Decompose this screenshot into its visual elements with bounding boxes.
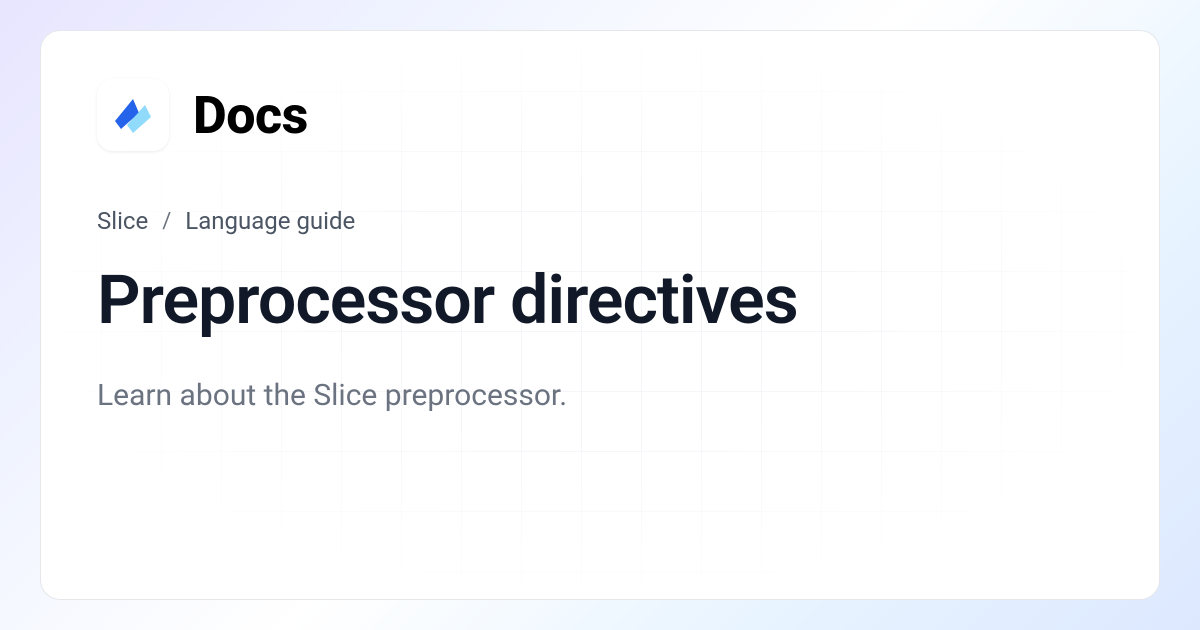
breadcrumb-separator: / [162, 209, 171, 234]
logo-icon [109, 91, 157, 139]
breadcrumb-item-language-guide[interactable]: Language guide [185, 207, 355, 235]
content-card: Docs Slice / Language guide Preprocessor… [40, 30, 1160, 600]
logo-container [97, 79, 169, 151]
header: Docs [97, 79, 1103, 151]
page-title: Preprocessor directives [97, 263, 1103, 338]
breadcrumb: Slice / Language guide [97, 207, 1103, 235]
content-wrapper: Docs Slice / Language guide Preprocessor… [97, 79, 1103, 413]
breadcrumb-item-slice[interactable]: Slice [97, 207, 148, 235]
docs-title: Docs [193, 85, 308, 146]
page-description: Learn about the Slice preprocessor. [97, 378, 1103, 413]
